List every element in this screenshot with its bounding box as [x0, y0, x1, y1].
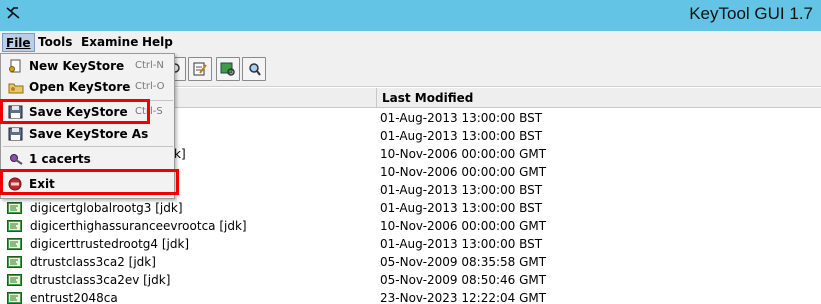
- menu-examine[interactable]: Examine: [78, 33, 141, 52]
- menu-separator: [3, 146, 173, 147]
- menu-tools[interactable]: Tools: [35, 33, 75, 52]
- save-as-icon: [8, 127, 23, 141]
- highlight-save-keystore: [0, 99, 150, 124]
- menu-item-recent-cacerts[interactable]: 1 cacerts: [2, 148, 174, 170]
- table-row[interactable]: digicerthighassuranceevrootca [jdk] 10-N…: [0, 217, 821, 235]
- open-folder-icon: [8, 83, 24, 94]
- alias-cell: digicertglobalrootg3 [jdk]: [30, 201, 183, 215]
- table-row[interactable]: digicerttrustedrootg4 [jdk] 01-Aug-2013 …: [0, 235, 821, 253]
- menu-item-open-keystore[interactable]: Open KeyStore Ctrl-O: [2, 76, 174, 98]
- last-modified-cell: 01-Aug-2013 13:00:00 BST: [380, 201, 543, 215]
- table-row[interactable]: dtrustclass3ca2 [jdk] 05-Nov-2009 08:35:…: [0, 253, 821, 271]
- menu-bar: File Tools Examine Help: [0, 31, 821, 53]
- certificate-icon: [7, 238, 22, 250]
- menu-file-label: File: [6, 36, 31, 50]
- menu-tools-label: Tools: [38, 35, 73, 49]
- menu-item-label: 1 cacerts: [29, 152, 91, 166]
- menu-item-save-keystore-as[interactable]: Save KeyStore As: [2, 123, 174, 145]
- alias-cell: dtrustclass3ca2ev [jdk]: [30, 273, 171, 287]
- toolbar-button-edit[interactable]: [188, 57, 212, 81]
- menu-item-label: Open KeyStore: [29, 80, 131, 94]
- alias-cell: digicerttrustedrootg4 [jdk]: [30, 237, 190, 251]
- last-modified-cell: 01-Aug-2013 13:00:00 BST: [380, 237, 543, 251]
- menu-item-new-keystore[interactable]: New KeyStore Ctrl-N: [2, 55, 174, 77]
- alias-cell: dtrustclass3ca2 [jdk]: [30, 255, 156, 269]
- menu-item-label: New KeyStore: [29, 59, 125, 73]
- window-title: KeyTool GUI 1.7: [689, 4, 813, 23]
- certificate-icon: [7, 292, 22, 304]
- last-modified-cell: 01-Aug-2013 13:00:00 BST: [380, 129, 543, 143]
- certificate-icon: [7, 202, 22, 214]
- recent-keystore-icon: [10, 154, 23, 165]
- highlight-exit: [0, 169, 179, 195]
- keytool-app-icon[interactable]: [5, 5, 21, 21]
- alias-cell: digicerthighassuranceevrootca [jdk]: [30, 219, 247, 233]
- table-row[interactable]: entrust2048ca 23-Nov-2023 12:22:04 GMT: [0, 289, 821, 304]
- menu-help-label: Help: [142, 35, 173, 49]
- alias-cell: k]: [174, 147, 186, 161]
- toolbar-button-examine-file[interactable]: [242, 57, 266, 81]
- last-modified-cell: 10-Nov-2006 00:00:00 GMT: [380, 165, 547, 179]
- table-row[interactable]: digicertglobalrootg3 [jdk] 01-Aug-2013 1…: [0, 199, 821, 217]
- examine-file-icon: [249, 63, 261, 76]
- menu-examine-label: Examine: [81, 35, 139, 49]
- certificate-icon: [7, 220, 22, 232]
- menu-file[interactable]: File: [2, 33, 35, 52]
- alias-cell: entrust2048ca: [30, 291, 118, 304]
- table-row[interactable]: dtrustclass3ca2ev [jdk] 05-Nov-2009 08:5…: [0, 271, 821, 289]
- toolbar-button-examine-cert[interactable]: [216, 57, 240, 81]
- last-modified-cell: 05-Nov-2009 08:35:58 GMT: [380, 255, 547, 269]
- last-modified-cell: 10-Nov-2006 00:00:00 GMT: [380, 147, 547, 161]
- last-modified-cell: 23-Nov-2023 12:22:04 GMT: [380, 291, 547, 304]
- title-bar: KeyTool GUI 1.7: [0, 0, 821, 31]
- certificate-icon: [7, 256, 22, 268]
- menu-help[interactable]: Help: [139, 33, 176, 52]
- menu-item-accelerator: Ctrl-O: [135, 81, 165, 92]
- last-modified-cell: 01-Aug-2013 13:00:00 BST: [380, 111, 543, 125]
- new-keystore-icon: [9, 59, 21, 73]
- certificate-icon: [7, 274, 22, 286]
- edit-document-icon: [193, 62, 207, 76]
- last-modified-cell: 01-Aug-2013 13:00:00 BST: [380, 183, 543, 197]
- examine-certificate-icon: [220, 62, 235, 76]
- last-modified-cell: 10-Nov-2006 00:00:00 GMT: [380, 219, 547, 233]
- menu-item-accelerator: Ctrl-N: [135, 60, 164, 71]
- menu-item-label: Save KeyStore As: [29, 127, 149, 141]
- column-header-last-modified[interactable]: Last Modified: [377, 88, 821, 108]
- last-modified-cell: 05-Nov-2009 08:50:46 GMT: [380, 273, 547, 287]
